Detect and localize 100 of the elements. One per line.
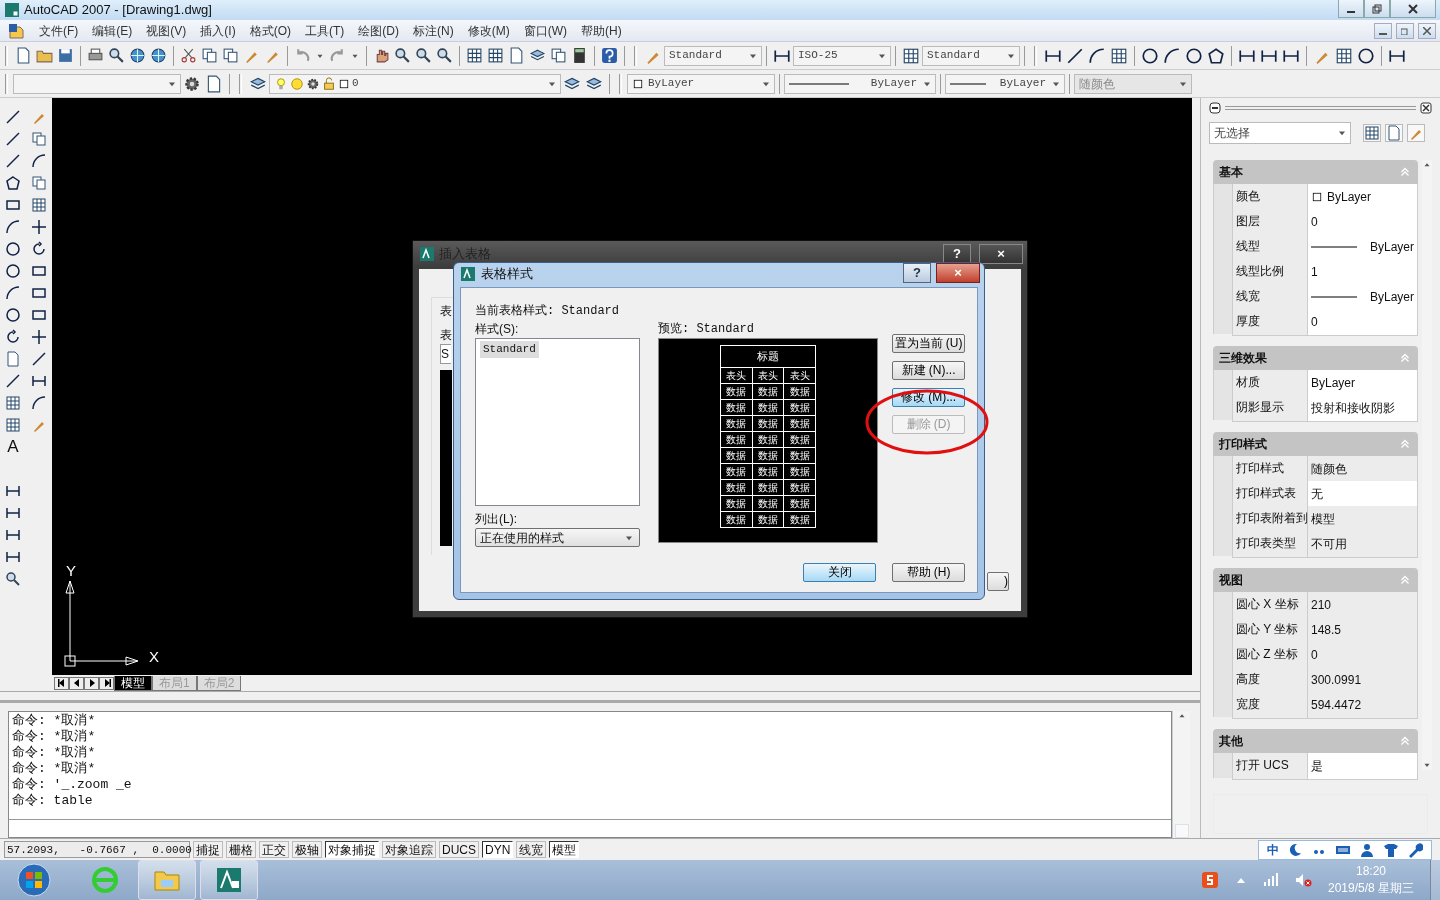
help-button[interactable]: ? [903, 263, 931, 283]
circle-icon[interactable] [5, 241, 21, 257]
page-icon[interactable] [15, 47, 32, 64]
person-icon[interactable] [1359, 841, 1375, 858]
input-method-icon[interactable] [1200, 871, 1219, 889]
speaker-muted-icon[interactable] [1294, 872, 1312, 888]
property-value[interactable]: 1 [1308, 259, 1418, 286]
minimize-button[interactable] [1374, 22, 1392, 39]
text-style-dropdown[interactable]: Standard [664, 45, 762, 66]
document-icon[interactable] [8, 22, 24, 39]
status-toggle[interactable]: DYN [482, 841, 514, 858]
menu-item[interactable]: 绘图(D) [351, 21, 406, 40]
menu-item[interactable]: 标注(N) [406, 21, 461, 40]
start-button[interactable] [16, 862, 52, 898]
grid-icon[interactable] [1335, 46, 1353, 65]
menu-item[interactable]: 窗口(W) [516, 21, 574, 40]
menu-item[interactable]: 修改(M) [460, 21, 517, 40]
wrench-icon[interactable] [1407, 841, 1423, 858]
page-icon[interactable] [205, 74, 223, 93]
line-icon[interactable] [5, 109, 21, 125]
menu-item[interactable]: 插入(I) [193, 21, 243, 40]
circle-icon[interactable] [1141, 46, 1159, 65]
scrollbar[interactable] [1172, 711, 1190, 838]
section-header[interactable]: 其他 [1213, 729, 1418, 753]
gear-icon[interactable] [183, 74, 201, 93]
grid-icon[interactable] [5, 395, 21, 411]
close-button[interactable] [1418, 22, 1436, 39]
grid-icon[interactable] [1110, 46, 1128, 65]
circle-icon[interactable] [5, 263, 21, 279]
scissors-icon[interactable] [180, 47, 197, 64]
property-value[interactable]: 投射和接收阴影 [1308, 395, 1418, 422]
style-list[interactable]: Standard [475, 338, 640, 506]
menu-item[interactable]: 工具(T) [298, 21, 352, 40]
grid-icon[interactable] [466, 47, 483, 64]
layout-tab[interactable]: 模型 [114, 675, 152, 691]
menu-item[interactable]: 编辑(E) [85, 21, 140, 40]
menu-item[interactable]: 文件(F) [32, 21, 86, 40]
pentagon-icon[interactable] [5, 175, 21, 191]
taskbar-app[interactable] [200, 860, 258, 900]
dialog-button[interactable]: 帮助 (H) [892, 563, 965, 582]
help-button[interactable]: ? [943, 244, 971, 264]
property-value[interactable]: ByLayer [1308, 234, 1418, 261]
tab-scroll-button[interactable] [84, 676, 99, 690]
dialog-button[interactable]: 关闭 [803, 563, 876, 582]
list-item[interactable]: Standard [480, 341, 539, 358]
menu-item[interactable]: 视图(V) [139, 21, 194, 40]
close-button[interactable] [1390, 0, 1436, 18]
grid-icon[interactable] [487, 47, 504, 64]
style-field[interactable]: S [440, 344, 451, 364]
menu-item[interactable]: 帮助(H) [574, 21, 629, 40]
line-icon[interactable] [5, 153, 21, 169]
section-header[interactable]: 视图 [1213, 568, 1418, 592]
close-button[interactable]: × [979, 244, 1023, 264]
brush-icon[interactable] [1407, 124, 1425, 142]
property-value[interactable]: ByLayer [1308, 370, 1418, 397]
status-toggle[interactable]: 对象追踪 [382, 841, 436, 858]
rectangle-icon[interactable] [31, 285, 47, 301]
property-value[interactable]: ByLayer [1308, 184, 1418, 211]
property-value[interactable]: 无 [1308, 481, 1418, 508]
dialog-button[interactable]: ) [987, 572, 1009, 591]
globe-icon[interactable] [129, 47, 146, 64]
close-icon[interactable] [1420, 102, 1432, 114]
section-header[interactable]: 基本 [1213, 160, 1418, 184]
dialog-button[interactable]: 新建 (N)... [892, 361, 965, 380]
line-icon[interactable] [5, 373, 21, 389]
status-toggle[interactable]: DUCS [439, 841, 479, 858]
status-toggle[interactable]: 模型 [549, 841, 580, 858]
dialog-button[interactable]: 置为当前 (U) [892, 334, 965, 353]
tab-scroll-button[interactable] [69, 676, 84, 690]
menu-item[interactable]: 格式(O) [242, 21, 298, 40]
page-icon[interactable] [508, 47, 525, 64]
dimension-icon[interactable] [5, 483, 21, 499]
list-filter-select[interactable]: 正在使用的样式 [475, 528, 640, 547]
rotate-icon[interactable] [5, 329, 21, 345]
pentagon-icon[interactable] [1207, 46, 1225, 65]
circle-icon[interactable] [5, 307, 21, 323]
moon-icon[interactable] [1287, 841, 1303, 858]
line-icon[interactable] [31, 351, 47, 367]
lineweight-dropdown[interactable]: ByLayer [945, 73, 1065, 94]
scroll-thumb[interactable] [1174, 824, 1189, 838]
ime-mode[interactable]: 中 [1267, 840, 1279, 859]
grid-icon[interactable] [5, 417, 21, 433]
selection-dropdown[interactable]: 无选择 [1209, 122, 1351, 144]
dimension-icon[interactable] [5, 527, 21, 543]
property-value[interactable]: 0 [1308, 209, 1418, 236]
circle-icon[interactable] [1357, 46, 1375, 65]
section-header[interactable]: 打印样式 [1213, 432, 1418, 456]
color-dropdown[interactable]: ByLayer [627, 73, 775, 94]
page-icon[interactable] [5, 351, 21, 367]
tab-scroll-button[interactable] [99, 676, 114, 690]
magnifier-icon[interactable] [108, 47, 125, 64]
shirt-icon[interactable] [1383, 841, 1399, 858]
collapse-icon[interactable] [1209, 102, 1221, 114]
status-toggle[interactable]: 极轴 [292, 841, 322, 858]
dimension-icon[interactable] [5, 549, 21, 565]
property-value[interactable]: 是 [1308, 753, 1418, 780]
cross-arrows-icon[interactable] [31, 329, 47, 345]
property-value[interactable]: 0 [1308, 309, 1418, 336]
status-toggle[interactable]: 正交 [259, 841, 289, 858]
layer-dropdown[interactable]: 0 [269, 73, 561, 94]
